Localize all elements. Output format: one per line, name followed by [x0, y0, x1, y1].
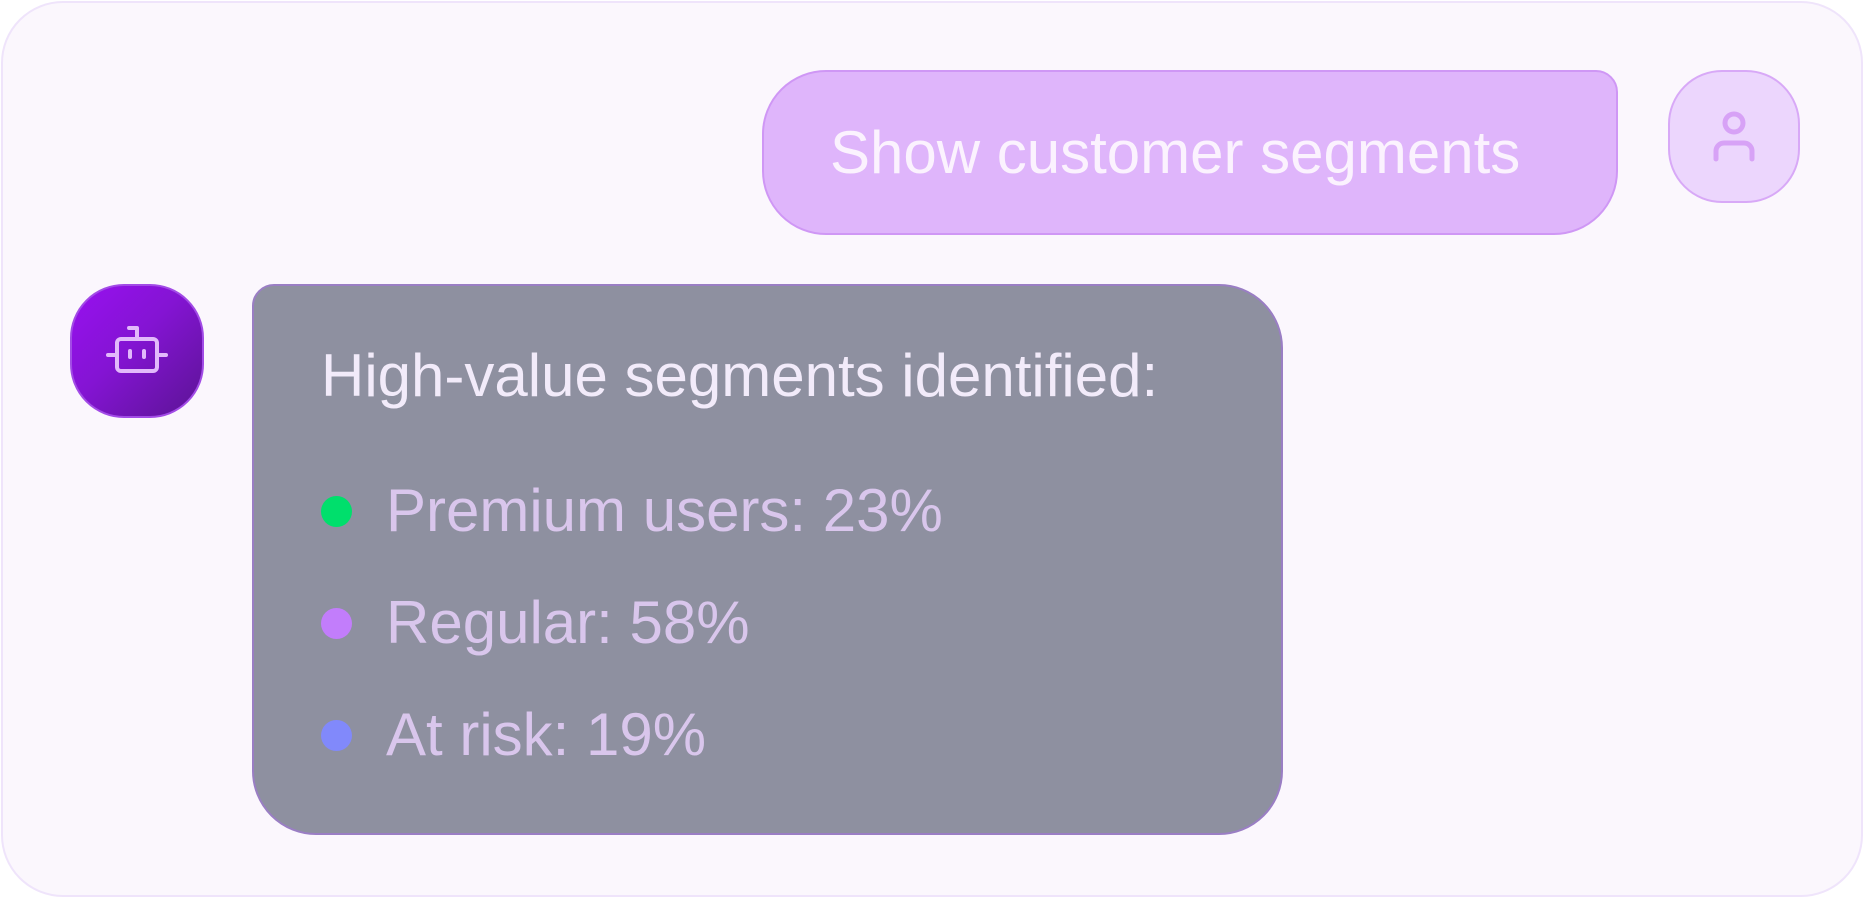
chat-window: Show customer segments High-value segmen… — [1, 1, 1863, 897]
user-message-text: Show customer segments — [830, 118, 1521, 186]
bot-message-heading: High-value segments identified: — [321, 342, 1159, 409]
segment-label: Regular: 58% — [386, 589, 750, 656]
user-avatar — [1668, 70, 1800, 203]
segment-dot — [321, 495, 352, 527]
segment-item-at-risk: At risk: 19% — [321, 705, 706, 765]
user-message-bubble: Show customer segments — [762, 70, 1618, 235]
bot-avatar — [70, 284, 204, 418]
segment-dot — [321, 719, 352, 751]
robot-icon — [106, 326, 168, 373]
user-icon — [1713, 111, 1755, 161]
segment-item-regular: Regular: 58% — [321, 593, 750, 653]
segment-label: Premium users: 23% — [386, 477, 943, 544]
segment-item-premium: Premium users: 23% — [321, 481, 943, 541]
segment-dot — [321, 607, 352, 639]
bot-message-bubble: High-value segments identified: Premium … — [252, 284, 1283, 835]
segment-label: At risk: 19% — [386, 701, 707, 768]
